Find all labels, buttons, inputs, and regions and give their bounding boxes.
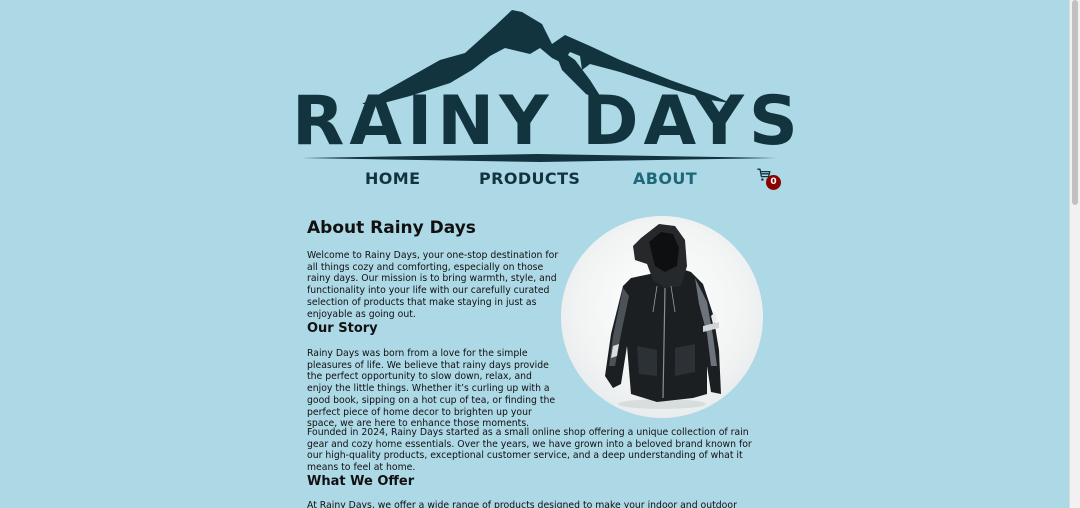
main-nav: HOME PRODUCTS ABOUT xyxy=(0,166,1070,192)
what-we-offer-heading: What We Offer xyxy=(307,474,415,489)
nav-about-link[interactable]: ABOUT xyxy=(633,166,697,192)
site-header: RAINY DAYS HOME PRODUCTS ABOUT 0 xyxy=(0,0,1070,200)
welcome-paragraph: Welcome to Rainy Days, your one-stop des… xyxy=(307,250,559,320)
jacket-image xyxy=(561,216,763,418)
story-paragraph: Rainy Days was born from a love for the … xyxy=(307,348,556,430)
logo-text: RAINY DAYS xyxy=(292,82,803,161)
cart-button[interactable]: 0 xyxy=(757,168,783,192)
nav-products-link[interactable]: PRODUCTS xyxy=(479,166,580,192)
vertical-scrollbar[interactable] xyxy=(1069,0,1080,508)
page: RAINY DAYS HOME PRODUCTS ABOUT 0 About R… xyxy=(0,0,1080,508)
offer-paragraph: At Rainy Days, we offer a wide range of … xyxy=(307,500,737,508)
founded-paragraph: Founded in 2024, Rainy Days started as a… xyxy=(307,427,752,474)
cart-count-badge: 0 xyxy=(766,175,781,190)
page-title: About Rainy Days xyxy=(307,218,476,238)
jacket-illustration xyxy=(605,224,721,409)
scrollbar-thumb[interactable] xyxy=(1072,0,1078,205)
our-story-heading: Our Story xyxy=(307,321,378,336)
nav-home-link[interactable]: HOME xyxy=(365,166,420,192)
